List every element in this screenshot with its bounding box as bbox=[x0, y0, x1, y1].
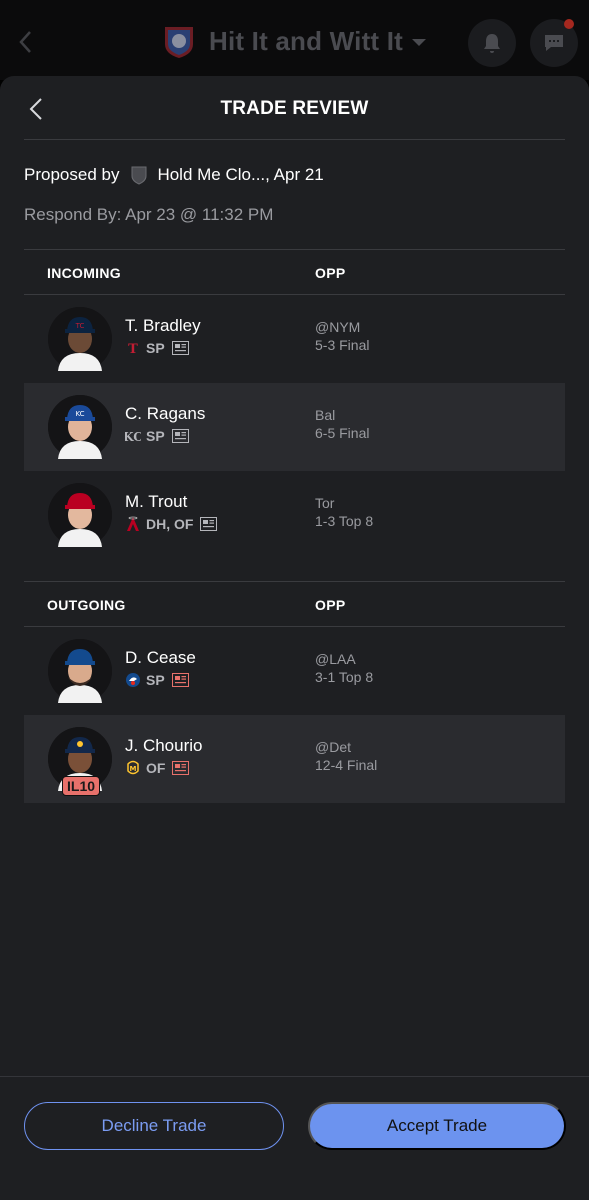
team-name-title[interactable]: Hit It and Witt It bbox=[209, 26, 403, 57]
player-row[interactable]: M. Trout DH, OF Tor 1-3 Top 8 bbox=[24, 471, 565, 559]
app-bar: Hit It and Witt It bbox=[0, 0, 589, 80]
player-avatar bbox=[48, 639, 112, 703]
game-opponent: Tor bbox=[315, 495, 335, 511]
action-footer: Decline Trade Accept Trade bbox=[0, 1076, 589, 1200]
game-opponent: Bal bbox=[315, 407, 336, 423]
proposed-by: Proposed by Hold Me Clo..., Apr 21 bbox=[24, 165, 324, 185]
player-meta: T SP bbox=[125, 340, 189, 356]
proposing-team[interactable]: Hold Me Clo..., Apr 21 bbox=[157, 165, 323, 185]
brewers-logo-icon: M bbox=[127, 760, 139, 775]
news-alert-icon[interactable] bbox=[172, 761, 190, 775]
chat-icon bbox=[545, 35, 563, 51]
player-meta: KC SP bbox=[125, 428, 189, 444]
messages-button[interactable] bbox=[530, 19, 578, 67]
svg-text:TC: TC bbox=[75, 322, 85, 330]
trade-review-sheet: TRADE REVIEW Proposed by Hold Me Clo...,… bbox=[0, 76, 589, 1200]
player-row[interactable]: IL10 J. Chourio M OF @Det 12-4 Final bbox=[24, 715, 565, 803]
news-icon[interactable] bbox=[171, 429, 189, 443]
outgoing-label: OUTGOING bbox=[47, 597, 126, 613]
twins-logo-icon: T bbox=[128, 342, 138, 356]
player-name[interactable]: D. Cease bbox=[125, 648, 196, 668]
royals-logo-icon: KC bbox=[125, 430, 141, 444]
injury-status-badge: IL10 bbox=[62, 776, 101, 796]
player-meta: DH, OF bbox=[125, 516, 218, 532]
game-score: 3-1 Top 8 bbox=[315, 669, 374, 685]
accept-trade-button[interactable]: Accept Trade bbox=[308, 1102, 566, 1150]
news-alert-icon[interactable] bbox=[171, 673, 189, 687]
player-positions: DH, OF bbox=[146, 516, 194, 532]
player-name[interactable]: M. Trout bbox=[125, 492, 187, 512]
chevron-down-icon[interactable] bbox=[409, 32, 429, 52]
game-opponent: @LAA bbox=[315, 651, 356, 667]
outgoing-header: OUTGOING OPP bbox=[24, 581, 565, 627]
news-icon[interactable] bbox=[171, 341, 189, 355]
bluejays-logo-icon bbox=[126, 673, 140, 687]
player-positions: OF bbox=[146, 760, 166, 776]
svg-text:KC: KC bbox=[75, 410, 84, 418]
player-row[interactable]: KC C. Ragans KC SP Bal 6-5 Final bbox=[24, 383, 565, 471]
back-arrow-icon[interactable] bbox=[14, 26, 38, 58]
proposed-prefix: Proposed by bbox=[24, 165, 120, 184]
player-row[interactable]: D. Cease SP @LAA 3-1 Top 8 bbox=[24, 627, 565, 715]
player-positions: SP bbox=[146, 340, 165, 356]
player-name[interactable]: J. Chourio bbox=[125, 736, 202, 756]
player-positions: SP bbox=[146, 672, 165, 688]
svg-text:T: T bbox=[128, 342, 138, 356]
notifications-button[interactable] bbox=[468, 19, 516, 67]
incoming-label: INCOMING bbox=[47, 265, 121, 281]
team-logo-icon bbox=[165, 27, 193, 58]
player-name[interactable]: T. Bradley bbox=[125, 316, 201, 336]
player-avatar bbox=[48, 483, 112, 547]
sheet-header: TRADE REVIEW bbox=[24, 76, 565, 140]
game-score: 1-3 Top 8 bbox=[315, 513, 374, 529]
svg-text:M: M bbox=[130, 765, 137, 773]
respond-by: Respond By: Apr 23 @ 11:32 PM bbox=[24, 205, 274, 224]
team-shield-icon bbox=[131, 166, 147, 185]
svg-text:KC: KC bbox=[125, 430, 141, 444]
opp-label: OPP bbox=[315, 265, 346, 281]
decline-trade-button[interactable]: Decline Trade bbox=[24, 1102, 284, 1150]
player-meta: SP bbox=[125, 672, 189, 688]
game-opponent: @Det bbox=[315, 739, 351, 755]
player-meta: M OF bbox=[125, 760, 190, 776]
notification-dot bbox=[564, 19, 574, 29]
bell-icon bbox=[484, 34, 500, 53]
game-score: 12-4 Final bbox=[315, 757, 378, 773]
player-row[interactable]: TC T. Bradley T SP @NYM 5-3 Final bbox=[24, 295, 565, 383]
player-name[interactable]: C. Ragans bbox=[125, 404, 205, 424]
game-opponent: @NYM bbox=[315, 319, 361, 335]
page-title: TRADE REVIEW bbox=[220, 98, 369, 119]
player-avatar: TC bbox=[48, 307, 112, 371]
player-positions: SP bbox=[146, 428, 165, 444]
news-icon[interactable] bbox=[200, 517, 218, 531]
game-score: 6-5 Final bbox=[315, 425, 370, 441]
opp-label: OPP bbox=[315, 597, 346, 613]
game-score: 5-3 Final bbox=[315, 337, 370, 353]
incoming-header: INCOMING OPP bbox=[24, 249, 565, 295]
player-avatar: KC bbox=[48, 395, 112, 459]
angels-logo-icon bbox=[127, 516, 139, 531]
